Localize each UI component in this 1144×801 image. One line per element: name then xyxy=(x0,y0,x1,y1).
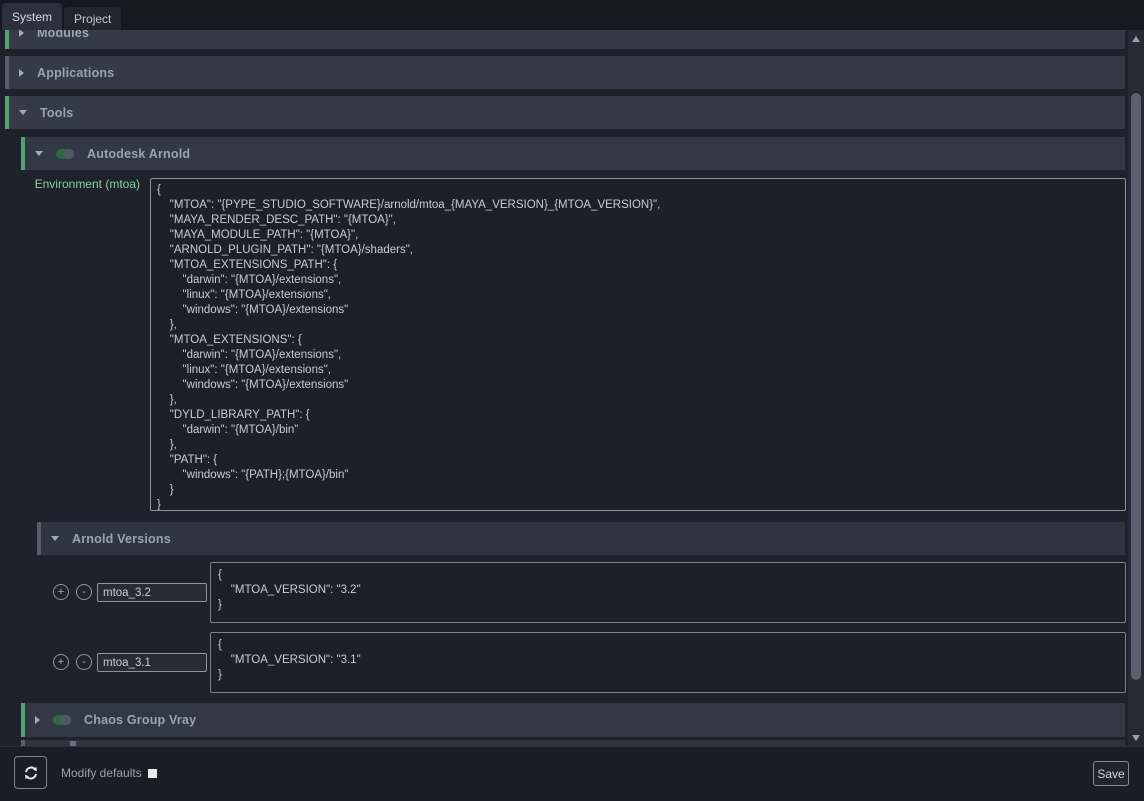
section-tools-label: Tools xyxy=(40,106,73,120)
environment-mtoa-editor[interactable]: { "MTOA": "{PYPE_STUDIO_SOFTWARE}/arnold… xyxy=(150,178,1126,511)
collapse-arrow-icon[interactable] xyxy=(51,536,59,541)
collapse-arrow-icon[interactable] xyxy=(19,110,27,115)
tab-project[interactable]: Project xyxy=(64,7,121,30)
version-json-editor[interactable]: { "MTOA_VERSION": "3.1" } xyxy=(210,632,1126,693)
arnold-enabled-toggle[interactable] xyxy=(56,149,74,159)
remove-version-button[interactable]: - xyxy=(76,584,92,600)
section-autodesk-arnold[interactable]: Autodesk Arnold xyxy=(21,137,1125,170)
section-modules[interactable]: Modules xyxy=(5,30,1125,49)
expand-arrow-icon[interactable] xyxy=(19,30,24,37)
section-vray-label: Chaos Group Vray xyxy=(84,713,196,727)
section-arnold-versions-label: Arnold Versions xyxy=(72,532,171,546)
footer-bar: Modify defaults Save xyxy=(0,746,1144,801)
scroll-up-icon[interactable] xyxy=(1132,36,1140,42)
toggle-knob xyxy=(61,715,71,725)
tab-bar: System Project xyxy=(0,0,1144,30)
remove-version-button[interactable]: - xyxy=(76,654,92,670)
section-modules-label: Modules xyxy=(37,30,89,40)
section-arnold-versions[interactable]: Arnold Versions xyxy=(37,522,1125,555)
scroll-down-icon[interactable] xyxy=(1132,735,1140,741)
vray-enabled-toggle[interactable] xyxy=(53,715,71,725)
section-arnold-label: Autodesk Arnold xyxy=(87,147,190,161)
modify-defaults-label: Modify defaults xyxy=(61,766,142,780)
tab-system[interactable]: System xyxy=(2,3,62,30)
refresh-icon xyxy=(22,764,40,782)
scrollbar-thumb[interactable] xyxy=(1131,93,1141,680)
save-button[interactable]: Save xyxy=(1093,761,1129,786)
section-chaos-group-vray[interactable]: Chaos Group Vray xyxy=(21,703,1125,737)
add-version-button[interactable]: + xyxy=(53,654,69,670)
version-json-editor[interactable]: { "MTOA_VERSION": "3.2" } xyxy=(210,562,1126,623)
toggle-knob xyxy=(64,149,74,159)
version-name-input[interactable] xyxy=(97,583,207,602)
version-name-input[interactable] xyxy=(97,653,207,672)
section-tools[interactable]: Tools xyxy=(5,96,1125,129)
modify-defaults-checkbox[interactable] xyxy=(148,769,157,778)
expand-arrow-icon[interactable] xyxy=(35,716,40,724)
expand-arrow-icon[interactable] xyxy=(19,69,24,77)
vertical-scrollbar[interactable] xyxy=(1128,30,1144,746)
add-version-button[interactable]: + xyxy=(53,584,69,600)
tab-project-label: Project xyxy=(74,12,111,26)
settings-scroll-area[interactable]: Modules Applications Tools Autodesk Arno… xyxy=(0,30,1128,746)
collapse-arrow-icon[interactable] xyxy=(35,151,43,156)
section-applications[interactable]: Applications xyxy=(5,56,1125,89)
refresh-button[interactable] xyxy=(14,756,47,789)
settings-window: System Project Modules Applications Tool… xyxy=(0,0,1144,801)
section-applications-label: Applications xyxy=(37,66,114,80)
environment-mtoa-label: Environment (mtoa) xyxy=(24,177,140,191)
tab-system-label: System xyxy=(12,10,52,24)
